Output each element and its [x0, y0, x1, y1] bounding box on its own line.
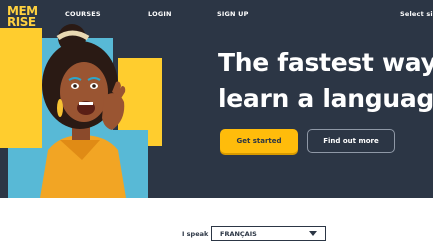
select-site-link[interactable]: Select site: [400, 10, 433, 18]
nav-signup-link[interactable]: SIGN UP: [217, 10, 249, 18]
nav-login-link[interactable]: LOGIN: [148, 10, 172, 18]
nav-courses-link[interactable]: COURSES: [65, 10, 101, 18]
chevron-down-icon: [309, 231, 317, 236]
hero-headline: The fastest way learn a language: [218, 45, 433, 117]
language-selected-value: FRANÇAIS: [220, 230, 257, 238]
language-selector-row: I speak FRANÇAIS: [0, 226, 433, 244]
find-out-more-button[interactable]: Find out more: [307, 129, 395, 153]
top-nav: MEM RISE COURSES LOGIN SIGN UP Select si…: [0, 0, 433, 28]
language-select[interactable]: FRANÇAIS: [211, 226, 326, 241]
memrise-logo[interactable]: MEM RISE: [7, 5, 38, 29]
i-speak-label: I speak: [182, 230, 209, 238]
hero-section: MEM RISE COURSES LOGIN SIGN UP Select si…: [0, 0, 433, 198]
hero-illustration: [0, 24, 162, 198]
get-started-button[interactable]: Get started: [220, 129, 298, 153]
headline-line-1: The fastest way: [218, 48, 433, 77]
headline-line-2: learn a language: [218, 84, 433, 113]
logo-line-2: RISE: [7, 15, 36, 29]
